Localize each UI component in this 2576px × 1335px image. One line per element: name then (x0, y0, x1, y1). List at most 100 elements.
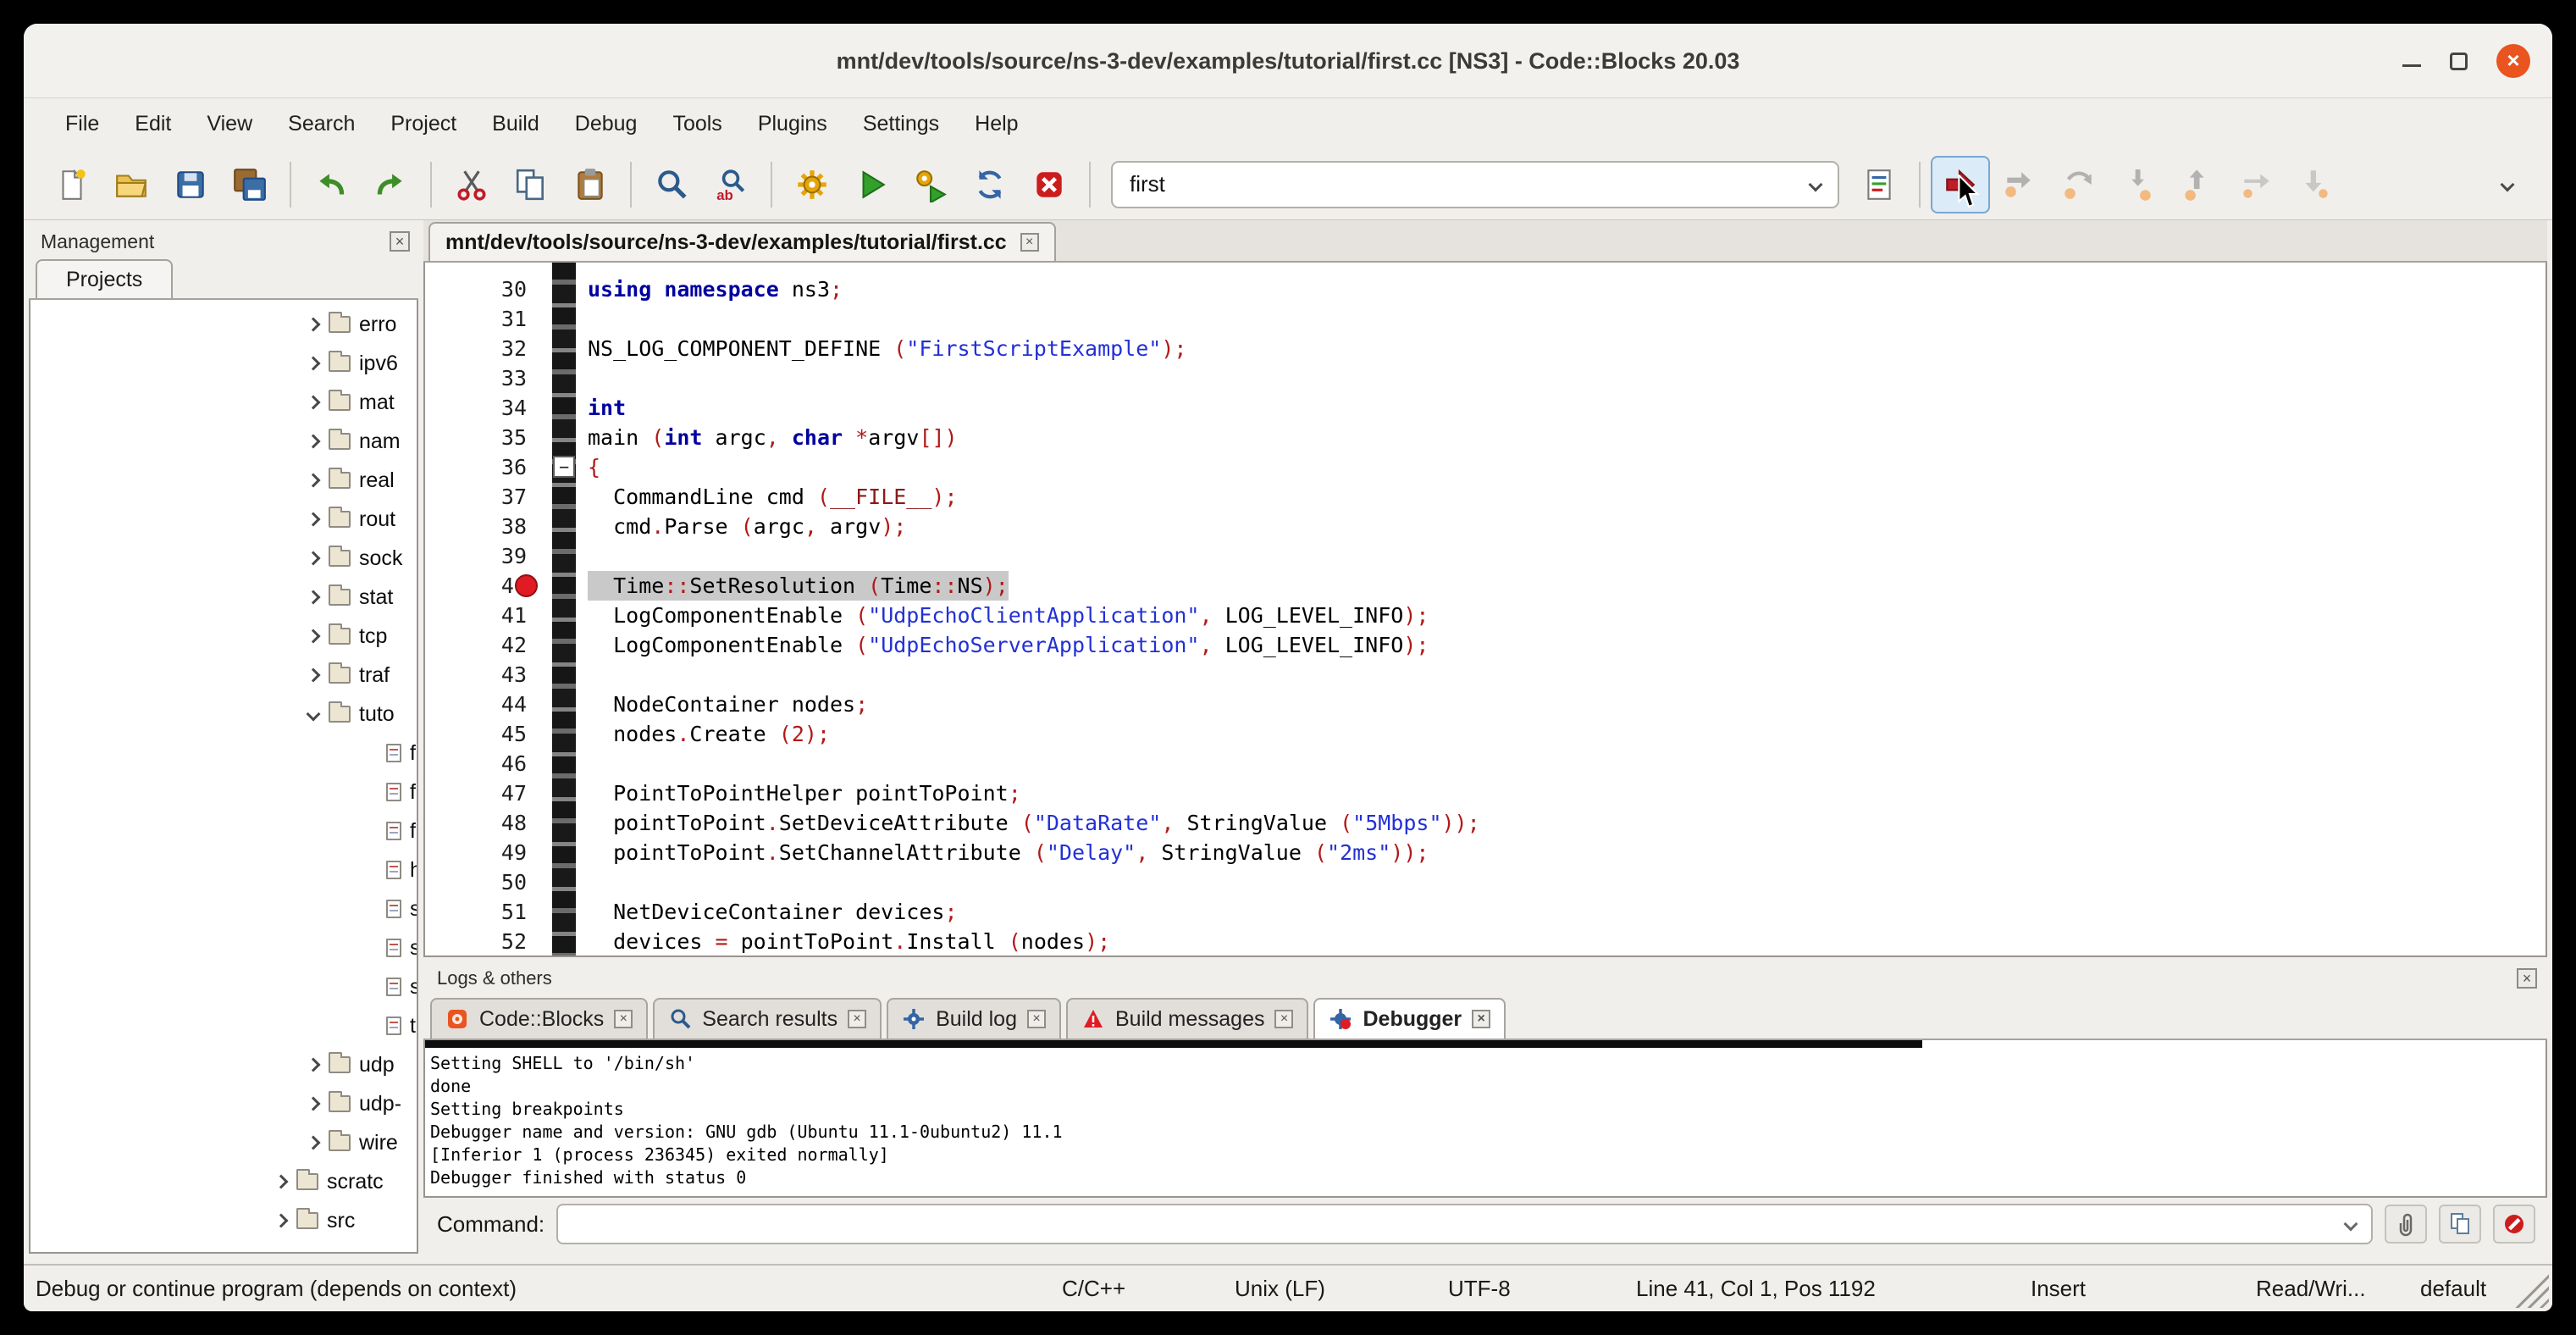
run-button[interactable] (842, 156, 901, 213)
tree-item-se[interactable]: se (30, 928, 417, 967)
line-number[interactable]: 36 (425, 452, 544, 482)
tree-item-udp[interactable]: udp (30, 1045, 417, 1084)
replace-button[interactable]: ab (701, 156, 760, 213)
tree-item-erro[interactable]: erro (30, 305, 417, 344)
tree-item-rout[interactable]: rout (30, 500, 417, 539)
fold-margin[interactable] (544, 393, 588, 423)
line-number[interactable]: 50 (425, 867, 544, 897)
tab-close-icon[interactable] (1274, 1010, 1293, 1028)
fold-margin[interactable] (544, 423, 588, 452)
tree-item-six[interactable]: six (30, 967, 417, 1006)
build-target-combobox[interactable]: first (1111, 161, 1839, 208)
build-button[interactable] (782, 156, 842, 213)
close-icon[interactable] (2496, 44, 2530, 78)
fold-margin[interactable] (544, 630, 588, 660)
menu-edit[interactable]: Edit (117, 98, 189, 149)
debugger-log-view[interactable]: Setting SHELL to '/bin/sh' done Setting … (423, 1040, 2547, 1198)
chevron-right-icon[interactable] (307, 1058, 321, 1072)
chevron-right-icon[interactable] (307, 318, 321, 332)
chevron-right-icon[interactable] (307, 512, 321, 527)
chevron-right-icon[interactable] (307, 1097, 321, 1111)
logs-close-icon[interactable] (2517, 968, 2537, 989)
tab-close-icon[interactable] (614, 1010, 633, 1028)
line-number[interactable]: 34 (425, 393, 544, 423)
menu-file[interactable]: File (47, 98, 117, 149)
undo-button[interactable] (301, 156, 361, 213)
editor-tab-first-cc[interactable]: mnt/dev/tools/source/ns-3-dev/examples/t… (428, 222, 1056, 261)
open-file-button[interactable] (102, 156, 161, 213)
run-to-cursor-button[interactable] (1990, 156, 2049, 213)
line-number[interactable]: 47 (425, 778, 544, 808)
build-and-run-button[interactable] (901, 156, 960, 213)
menu-settings[interactable]: Settings (845, 98, 957, 149)
line-number[interactable]: 46 (425, 749, 544, 778)
save-button[interactable] (161, 156, 220, 213)
logs-tab-build-log[interactable]: Build log (887, 998, 1061, 1039)
code-editor[interactable]: 30using namespace ns3;3132NS_LOG_COMPONE… (423, 263, 2547, 957)
menu-view[interactable]: View (189, 98, 270, 149)
line-number[interactable]: 49 (425, 838, 544, 867)
tree-item-wire[interactable]: wire (30, 1123, 417, 1162)
chevron-right-icon[interactable] (307, 629, 321, 644)
project-tree[interactable]: erroipv6matnamrealroutsockstattcptraftut… (29, 300, 418, 1254)
toolbar-overflow-button[interactable] (2478, 156, 2537, 213)
tab-close-icon[interactable] (1020, 233, 1039, 252)
chevron-right-icon[interactable] (274, 1214, 289, 1228)
chevron-right-icon[interactable] (307, 357, 321, 371)
rebuild-button[interactable] (960, 156, 1020, 213)
management-close-icon[interactable] (390, 231, 410, 252)
tab-close-icon[interactable] (1472, 1010, 1490, 1028)
menu-search[interactable]: Search (270, 98, 373, 149)
tree-item-udp-[interactable]: udp- (30, 1084, 417, 1123)
tree-item-traf[interactable]: traf (30, 656, 417, 695)
line-number[interactable]: 52 (425, 927, 544, 956)
debug-continue-button[interactable] (1931, 156, 1990, 213)
clear-log-button[interactable] (2493, 1205, 2535, 1244)
paste-button[interactable] (561, 156, 620, 213)
fold-margin[interactable] (544, 897, 588, 927)
tree-item-nam[interactable]: nam (30, 422, 417, 461)
copy-log-button[interactable] (2439, 1205, 2481, 1244)
copy-button[interactable] (501, 156, 561, 213)
line-number[interactable]: 43 (425, 660, 544, 690)
tree-item-scratc[interactable]: scratc (30, 1162, 417, 1201)
compiler-target-button[interactable] (1849, 156, 1909, 213)
redo-button[interactable] (361, 156, 420, 213)
chevron-right-icon[interactable] (307, 668, 321, 683)
fold-margin[interactable] (544, 927, 588, 956)
menu-project[interactable]: Project (373, 98, 474, 149)
chevron-right-icon[interactable] (307, 551, 321, 566)
logs-tab-search-results[interactable]: Search results (653, 998, 882, 1039)
next-line-button[interactable] (2049, 156, 2109, 213)
line-number[interactable]: 51 (425, 897, 544, 927)
fold-margin[interactable] (544, 482, 588, 512)
line-number[interactable]: 39 (425, 541, 544, 571)
tab-close-icon[interactable] (848, 1010, 866, 1028)
minimize-icon[interactable] (2402, 52, 2421, 70)
fold-margin[interactable] (544, 541, 588, 571)
tree-item-src[interactable]: src (30, 1201, 417, 1240)
link-log-button[interactable] (2385, 1205, 2427, 1244)
next-instruction-button[interactable] (2227, 156, 2286, 213)
fold-margin[interactable] (544, 690, 588, 719)
fold-margin[interactable] (544, 838, 588, 867)
fold-margin[interactable] (544, 601, 588, 630)
fold-margin[interactable] (544, 749, 588, 778)
line-number[interactable]: 37 (425, 482, 544, 512)
chevron-down-icon[interactable] (1809, 177, 1823, 191)
cut-button[interactable] (442, 156, 501, 213)
tab-projects[interactable]: Projects (36, 259, 173, 298)
menu-build[interactable]: Build (474, 98, 557, 149)
fold-margin[interactable] (544, 304, 588, 334)
line-number[interactable]: 31 (425, 304, 544, 334)
fold-margin[interactable] (544, 571, 588, 601)
fold-margin[interactable] (544, 660, 588, 690)
line-number[interactable]: 41 (425, 601, 544, 630)
line-number[interactable]: 45 (425, 719, 544, 749)
fold-margin[interactable] (544, 867, 588, 897)
line-number[interactable]: 42 (425, 630, 544, 660)
menu-help[interactable]: Help (957, 98, 1036, 149)
tree-item-mat[interactable]: mat (30, 383, 417, 422)
maximize-icon[interactable] (2450, 53, 2468, 70)
chevron-down-icon[interactable] (2344, 1217, 2358, 1232)
